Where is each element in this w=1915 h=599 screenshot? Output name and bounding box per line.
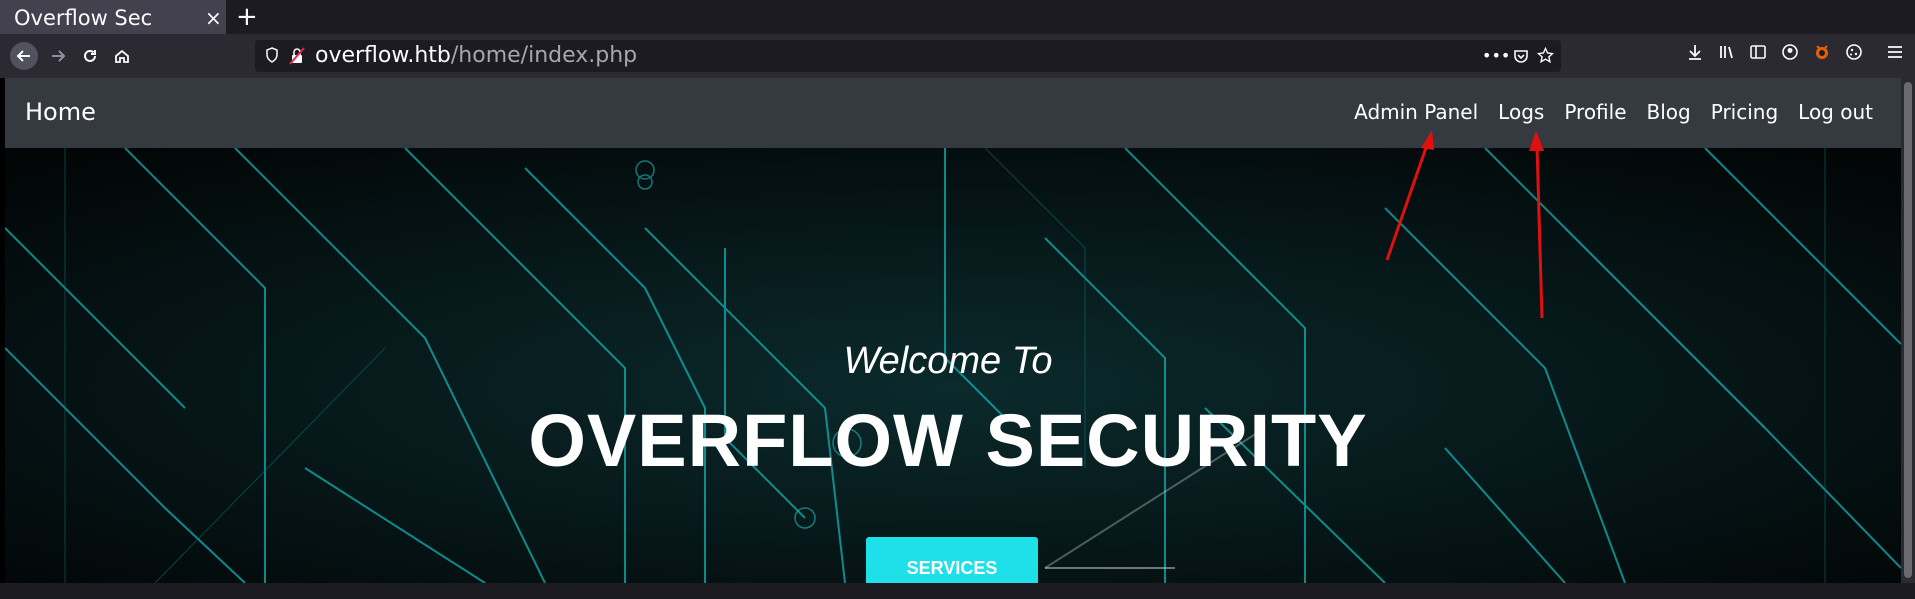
nav-link-logout[interactable]: Log out bbox=[1798, 100, 1873, 124]
nav-link-profile[interactable]: Profile bbox=[1564, 100, 1626, 124]
back-button[interactable] bbox=[10, 42, 38, 70]
reload-icon bbox=[84, 49, 96, 62]
lock-icon[interactable] bbox=[289, 47, 305, 65]
home-button[interactable] bbox=[108, 42, 136, 70]
shield-icon[interactable] bbox=[265, 47, 279, 63]
site-navbar: Home Admin Panel Logs Profile Blog Prici… bbox=[5, 78, 1901, 148]
more-icon[interactable]: ••• bbox=[1482, 46, 1510, 65]
cookie-icon[interactable] bbox=[1845, 43, 1863, 61]
browser-tab[interactable]: Overflow Sec × bbox=[0, 0, 226, 34]
close-tab-icon[interactable]: × bbox=[205, 6, 222, 30]
extension-icon[interactable] bbox=[1813, 43, 1831, 61]
tab-title: Overflow Sec bbox=[14, 6, 153, 30]
download-icon[interactable] bbox=[1686, 43, 1704, 61]
tab-bar: Overflow Sec × + bbox=[0, 0, 1915, 34]
nav-link-blog[interactable]: Blog bbox=[1647, 100, 1691, 124]
nav-link-admin-panel[interactable]: Admin Panel bbox=[1354, 100, 1478, 124]
account-icon[interactable] bbox=[1781, 43, 1799, 61]
library-icon[interactable] bbox=[1718, 43, 1736, 61]
hero-headline: OVERFLOW SECURITY bbox=[528, 399, 1368, 482]
home-icon bbox=[115, 49, 129, 63]
forward-button[interactable] bbox=[44, 42, 72, 70]
sidebar-icon[interactable] bbox=[1749, 43, 1767, 61]
web-page: Home Admin Panel Logs Profile Blog Prici… bbox=[0, 78, 1915, 583]
browser-toolbar: overflow.htb/home/index.php ••• bbox=[0, 34, 1915, 78]
reload-button[interactable] bbox=[76, 42, 104, 70]
site-nav-links: Admin Panel Logs Profile Blog Pricing Lo… bbox=[1354, 100, 1873, 124]
forward-icon bbox=[52, 50, 66, 62]
nav-link-pricing[interactable]: Pricing bbox=[1711, 100, 1778, 124]
pocket-icon[interactable] bbox=[1513, 48, 1529, 64]
brand-home-link[interactable]: Home bbox=[25, 98, 96, 126]
scrollbar-thumb[interactable] bbox=[1904, 82, 1912, 578]
welcome-text: Welcome To bbox=[843, 340, 1053, 382]
menu-icon[interactable] bbox=[1886, 44, 1904, 60]
url-path: /home/index.php bbox=[450, 43, 638, 68]
url-text[interactable]: overflow.htb/home/index.php bbox=[315, 43, 637, 68]
back-icon bbox=[16, 50, 30, 62]
url-host: overflow.htb bbox=[315, 43, 451, 68]
url-bar[interactable]: overflow.htb/home/index.php ••• bbox=[255, 40, 1561, 72]
page-scrollbar[interactable] bbox=[1901, 78, 1915, 583]
bookmark-star-icon[interactable] bbox=[1537, 47, 1554, 64]
nav-link-logs[interactable]: Logs bbox=[1498, 100, 1544, 124]
services-button[interactable]: SERVICES bbox=[866, 537, 1038, 583]
new-tab-button[interactable]: + bbox=[236, 2, 258, 32]
